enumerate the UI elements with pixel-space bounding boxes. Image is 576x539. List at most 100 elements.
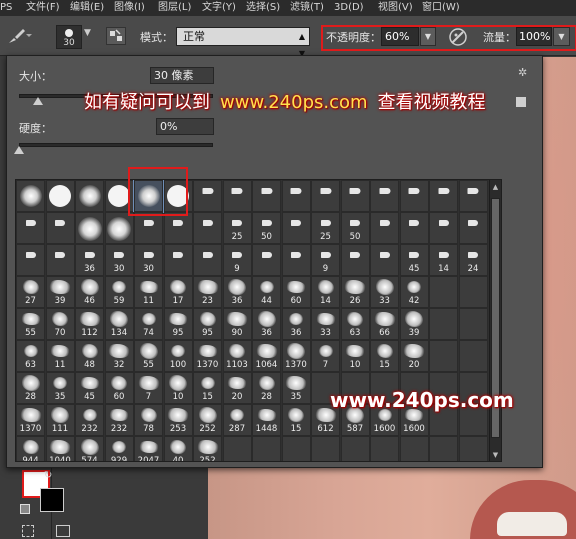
- brush-tip[interactable]: [45, 244, 75, 276]
- brush-tip[interactable]: [222, 180, 252, 212]
- brush-tip[interactable]: [458, 212, 488, 244]
- brush-tip[interactable]: 944: [16, 436, 45, 461]
- brush-tip[interactable]: 28: [252, 372, 281, 404]
- brush-tip[interactable]: [429, 340, 458, 372]
- menu-item[interactable]: 图层(L): [158, 0, 202, 16]
- brush-tip[interactable]: 100: [163, 340, 193, 372]
- brush-tip[interactable]: 574: [75, 436, 104, 461]
- brush-panel-toggle-icon[interactable]: [106, 27, 126, 45]
- brush-tip[interactable]: 46: [75, 276, 104, 308]
- brush-tip[interactable]: 63: [340, 308, 370, 340]
- brush-tip[interactable]: [281, 436, 311, 461]
- brush-tip[interactable]: [104, 212, 134, 244]
- brush-tip[interactable]: 30: [134, 244, 163, 276]
- brush-tip[interactable]: 1103: [222, 340, 252, 372]
- brush-tip[interactable]: 42: [399, 276, 429, 308]
- brush-tip[interactable]: 15: [370, 340, 399, 372]
- scroll-up-icon[interactable]: ▲: [491, 182, 500, 192]
- brush-tip[interactable]: [281, 180, 311, 212]
- brush-tip[interactable]: 287: [222, 404, 252, 436]
- brush-tip[interactable]: [370, 436, 399, 461]
- brush-tip[interactable]: 33: [370, 276, 399, 308]
- brush-tip[interactable]: 11: [45, 340, 75, 372]
- brush-tip[interactable]: 95: [163, 308, 193, 340]
- pressure-opacity-icon[interactable]: [447, 26, 469, 48]
- brush-tip[interactable]: 14: [311, 276, 340, 308]
- brush-tip[interactable]: 32: [104, 340, 134, 372]
- brush-tip[interactable]: [399, 180, 429, 212]
- brush-tip[interactable]: 39: [45, 276, 75, 308]
- opacity-dropdown-icon[interactable]: ▼: [420, 27, 436, 46]
- brush-tip[interactable]: [458, 340, 488, 372]
- brush-tip[interactable]: 9: [311, 244, 340, 276]
- brush-tip[interactable]: 10: [340, 340, 370, 372]
- brush-tip[interactable]: [458, 276, 488, 308]
- brush-tip[interactable]: [429, 436, 458, 461]
- brush-tip[interactable]: [399, 436, 429, 461]
- brush-tip[interactable]: 1370: [281, 340, 311, 372]
- hardness-slider-track[interactable]: [19, 143, 213, 147]
- brush-tip[interactable]: [458, 308, 488, 340]
- background-color-swatch[interactable]: [40, 488, 64, 512]
- brush-tip[interactable]: [429, 308, 458, 340]
- brush-tip[interactable]: 1448: [252, 404, 281, 436]
- brush-tip[interactable]: 28: [16, 372, 45, 404]
- brush-tip[interactable]: 44: [252, 276, 281, 308]
- brush-tip[interactable]: 35: [45, 372, 75, 404]
- menu-item[interactable]: 3D(D): [334, 0, 378, 16]
- menu-item[interactable]: 文字(Y): [202, 0, 246, 16]
- brush-tip[interactable]: 252: [193, 404, 222, 436]
- brush-tip[interactable]: 36: [222, 276, 252, 308]
- brush-tool-icon[interactable]: [6, 26, 32, 46]
- brush-tip[interactable]: 15: [193, 372, 222, 404]
- brush-tip[interactable]: [193, 180, 222, 212]
- brush-tip[interactable]: 35: [281, 372, 311, 404]
- brush-tip[interactable]: [16, 180, 45, 212]
- brush-tip[interactable]: 33: [311, 308, 340, 340]
- brush-tip[interactable]: 36: [252, 308, 281, 340]
- brush-tip[interactable]: 39: [399, 308, 429, 340]
- brush-tip[interactable]: 60: [104, 372, 134, 404]
- brush-tip[interactable]: 63: [16, 340, 45, 372]
- brush-tip[interactable]: 23: [193, 276, 222, 308]
- brush-tip[interactable]: 112: [75, 308, 104, 340]
- brush-tip[interactable]: 1370: [16, 404, 45, 436]
- size-slider-thumb[interactable]: [33, 97, 44, 105]
- brush-tip[interactable]: 929: [104, 436, 134, 461]
- brush-tip[interactable]: 232: [104, 404, 134, 436]
- brush-tip[interactable]: [311, 180, 340, 212]
- brush-tip[interactable]: 134: [104, 308, 134, 340]
- brush-tip[interactable]: 24: [458, 244, 488, 276]
- swap-colors-icon[interactable]: ↻: [44, 470, 52, 481]
- brush-tip[interactable]: 48: [75, 340, 104, 372]
- brush-tip[interactable]: [281, 212, 311, 244]
- brush-tip[interactable]: 36: [281, 308, 311, 340]
- menu-item[interactable]: 文件(F): [26, 0, 70, 16]
- brush-tip[interactable]: 55: [16, 308, 45, 340]
- menu-item[interactable]: 图像(I): [114, 0, 158, 16]
- brush-tip[interactable]: [370, 212, 399, 244]
- chevron-down-icon[interactable]: ▼: [84, 28, 94, 44]
- brush-tip[interactable]: 2047: [134, 436, 163, 461]
- brush-tip[interactable]: 45: [75, 372, 104, 404]
- brush-tip[interactable]: 30: [104, 244, 134, 276]
- hardness-field[interactable]: 0%: [156, 118, 214, 135]
- brush-tip[interactable]: [16, 244, 45, 276]
- brush-tip[interactable]: 45: [399, 244, 429, 276]
- flow-field[interactable]: 100%: [516, 27, 552, 46]
- brush-tip[interactable]: 10: [163, 372, 193, 404]
- brush-tip[interactable]: [134, 212, 163, 244]
- brush-tip[interactable]: [458, 436, 488, 461]
- quick-mask-icon[interactable]: [22, 525, 34, 537]
- brush-tip[interactable]: 20: [399, 340, 429, 372]
- brush-tip[interactable]: [193, 244, 222, 276]
- brush-tip[interactable]: 60: [281, 276, 311, 308]
- brush-tip[interactable]: [16, 212, 45, 244]
- brush-tip[interactable]: [193, 212, 222, 244]
- brush-tip[interactable]: [399, 212, 429, 244]
- brush-tip[interactable]: [252, 180, 281, 212]
- brush-tip[interactable]: 25: [311, 212, 340, 244]
- blend-mode-select[interactable]: 正常 ▲ ▼: [176, 27, 310, 58]
- brush-tip[interactable]: [340, 244, 370, 276]
- brush-tip[interactable]: 11: [134, 276, 163, 308]
